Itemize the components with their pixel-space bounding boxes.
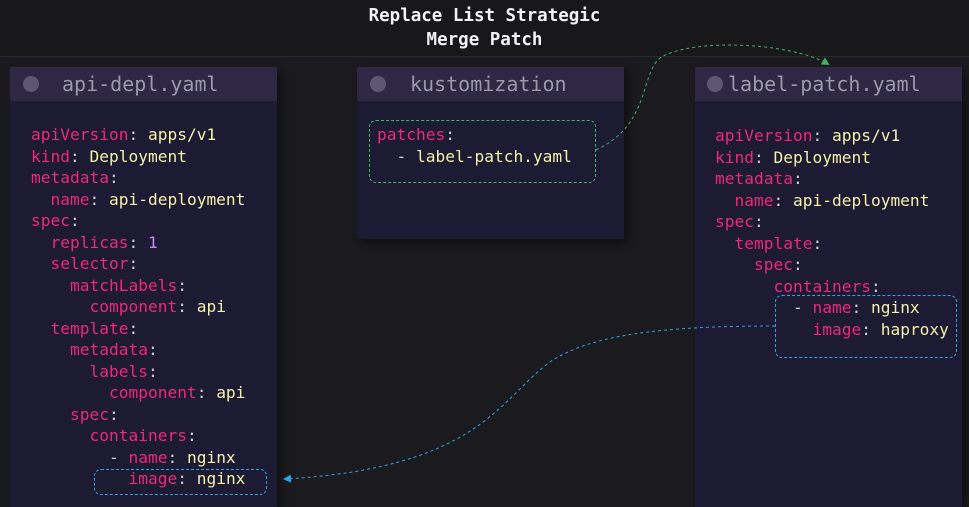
arrow-label-patch-to-api-depl <box>283 325 776 483</box>
connector-arrows <box>283 44 830 483</box>
arrow-kustomization-to-label-patch <box>595 44 830 151</box>
